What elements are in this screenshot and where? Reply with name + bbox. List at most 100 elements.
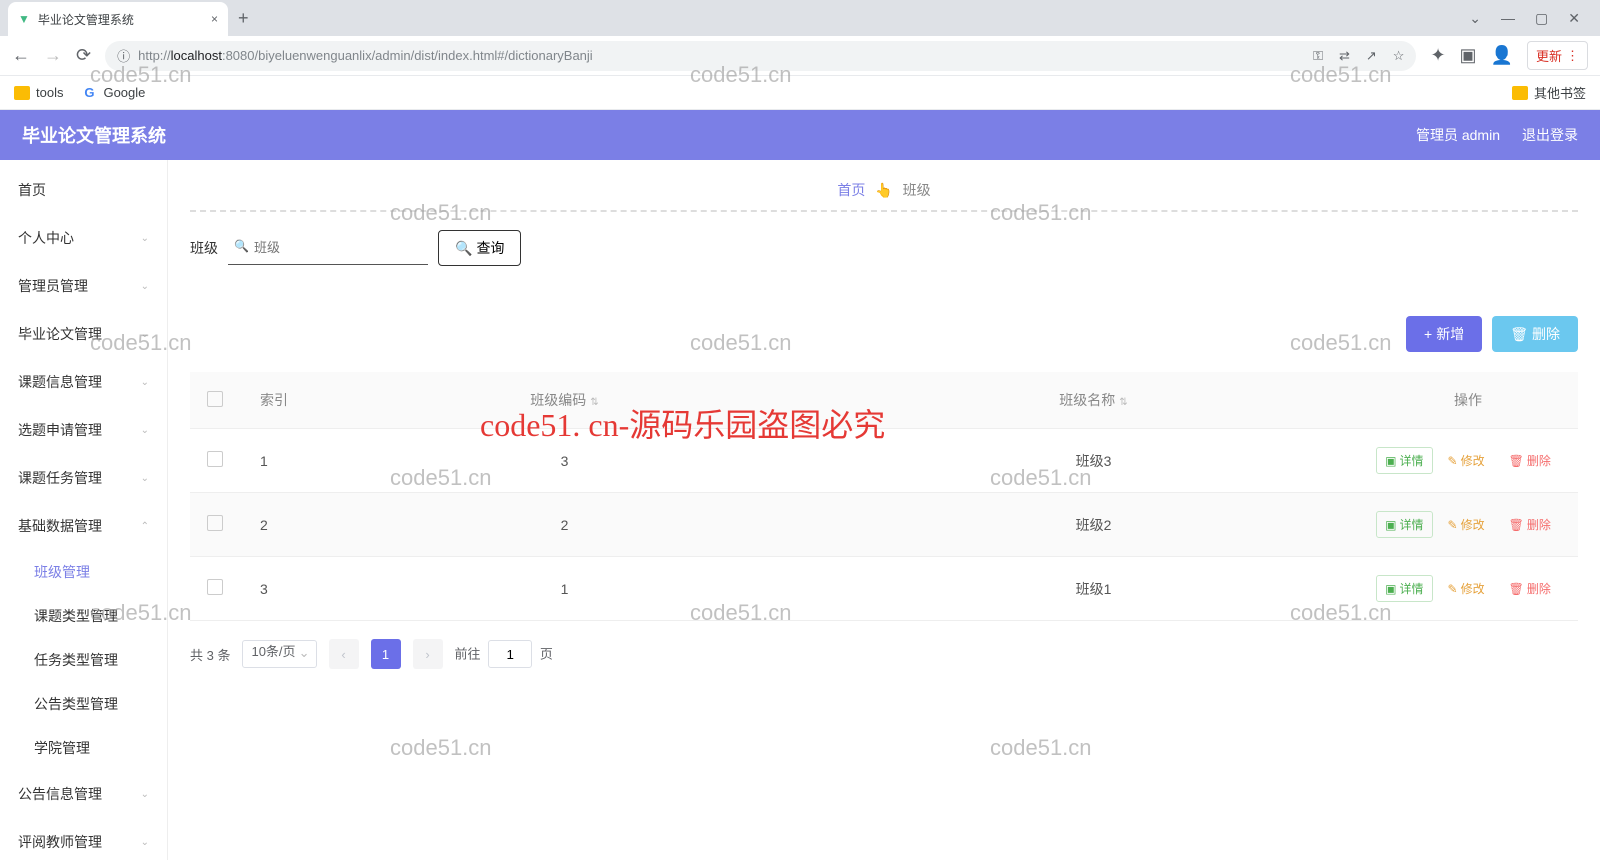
cell-index: 3	[240, 557, 300, 621]
data-table: 索引 班级编码⇅ 班级名称⇅ 操作 13班级3▣详情✎修改🗑删除22班级2▣详情…	[190, 372, 1578, 621]
detail-icon: ▣	[1385, 454, 1396, 468]
update-button[interactable]: 更新 ⋮	[1527, 41, 1588, 70]
forward-button[interactable]: →	[44, 45, 62, 66]
row-checkbox[interactable]	[207, 451, 223, 467]
close-window-icon[interactable]: ✕	[1568, 10, 1580, 27]
key-icon[interactable]: ⚿	[1313, 48, 1323, 64]
total-count: 共 3 条	[190, 645, 230, 664]
reload-button[interactable]: ⟳	[76, 45, 91, 66]
url-host: localhost	[171, 48, 222, 63]
row-delete-button[interactable]: 🗑删除	[1500, 575, 1560, 602]
plus-icon: +	[1424, 326, 1432, 342]
sidebar-item-admin[interactable]: 管理员管理⌄	[0, 262, 167, 310]
sidebar-item-notice[interactable]: 公告信息管理⌄	[0, 770, 167, 818]
edit-icon: ✎	[1448, 454, 1458, 468]
search-input[interactable]	[228, 231, 428, 265]
trash-icon: 🗑	[1510, 326, 1528, 343]
prev-page-button[interactable]: ‹	[329, 639, 359, 669]
sidebar-sub-topic-type[interactable]: 课题类型管理	[0, 594, 167, 638]
sidebar-item-review-teacher[interactable]: 评阅教师管理⌄	[0, 818, 167, 860]
vue-favicon-icon: ▼	[18, 12, 30, 26]
user-label[interactable]: 管理员 admin	[1416, 125, 1500, 145]
sidebar-item-topic-task[interactable]: 课题任务管理⌄	[0, 454, 167, 502]
breadcrumb-current: 班级	[903, 182, 931, 198]
sidebar-item-profile[interactable]: 个人中心⌄	[0, 214, 167, 262]
bookmark-icon[interactable]: ☆	[1393, 48, 1405, 64]
sort-icon: ⇅	[590, 397, 598, 408]
row-checkbox[interactable]	[207, 515, 223, 531]
sidebar-sub-task-type[interactable]: 任务类型管理	[0, 638, 167, 682]
delete-button[interactable]: 🗑 删除	[1492, 316, 1578, 352]
browser-tab[interactable]: ▼ 毕业论文管理系统 ×	[8, 2, 228, 36]
divider	[190, 210, 1578, 212]
detail-icon: ▣	[1385, 582, 1396, 596]
translate-icon[interactable]: ⇄	[1339, 48, 1350, 64]
chevron-down-icon: ⌄	[141, 377, 149, 388]
row-detail-button[interactable]: ▣详情	[1376, 575, 1432, 602]
bookmark-google[interactable]: G Google	[81, 85, 145, 101]
row-detail-button[interactable]: ▣详情	[1376, 447, 1432, 474]
google-icon: G	[81, 85, 97, 101]
row-detail-button[interactable]: ▣详情	[1376, 511, 1432, 538]
cell-name: 班级3	[829, 429, 1358, 493]
sort-icon: ⇅	[1119, 397, 1127, 408]
back-button[interactable]: ←	[12, 45, 30, 66]
close-tab-icon[interactable]: ×	[211, 12, 218, 26]
row-edit-button[interactable]: ✎修改	[1439, 575, 1494, 602]
other-bookmarks[interactable]: 其他书签	[1512, 83, 1586, 102]
row-delete-button[interactable]: 🗑删除	[1500, 447, 1560, 474]
breadcrumb-home[interactable]: 首页	[837, 182, 865, 198]
sidebar-sub-notice-type[interactable]: 公告类型管理	[0, 682, 167, 726]
row-edit-button[interactable]: ✎修改	[1439, 511, 1494, 538]
sidebar-item-home[interactable]: 首页	[0, 166, 167, 214]
page-size-select[interactable]: 10条/页	[242, 640, 316, 668]
chevron-down-icon: ⌄	[141, 281, 149, 292]
next-page-button[interactable]: ›	[413, 639, 443, 669]
sidebar-item-topic-apply[interactable]: 选题申请管理⌄	[0, 406, 167, 454]
add-button[interactable]: + 新增	[1406, 316, 1482, 352]
th-index[interactable]: 索引	[240, 372, 300, 429]
breadcrumb: 首页 👆 班级	[190, 174, 1578, 210]
sidebar-icon[interactable]: ▣	[1460, 45, 1477, 66]
trash-icon: 🗑	[1509, 454, 1524, 468]
row-edit-button[interactable]: ✎修改	[1439, 447, 1494, 474]
page-goto: 前往 页	[455, 640, 553, 668]
chevron-down-icon: ⌄	[141, 233, 149, 244]
site-info-icon[interactable]: ⓘ	[117, 46, 130, 65]
bookmark-tools[interactable]: tools	[14, 85, 63, 101]
sidebar-item-basedata[interactable]: 基础数据管理⌃	[0, 502, 167, 550]
th-name[interactable]: 班级名称⇅	[829, 372, 1358, 429]
new-tab-button[interactable]: +	[228, 8, 259, 29]
query-button[interactable]: 🔍 查询	[438, 230, 521, 266]
edit-icon: ✎	[1448, 582, 1458, 596]
th-code[interactable]: 班级编码⇅	[300, 372, 829, 429]
page-number[interactable]: 1	[371, 639, 401, 669]
cell-name: 班级1	[829, 557, 1358, 621]
share-icon[interactable]: ↗	[1366, 48, 1377, 64]
minimize-icon[interactable]: —	[1501, 10, 1515, 27]
pagination: 共 3 条 10条/页 ‹ 1 › 前往 页	[190, 639, 1578, 669]
url-path: :8080/biyeluenwenguanlix/admin/dist/inde…	[222, 48, 593, 63]
url-prefix: http://	[138, 48, 171, 63]
detail-icon: ▣	[1385, 518, 1396, 532]
cell-code: 3	[300, 429, 829, 493]
sidebar-item-thesis[interactable]: 毕业论文管理⌄	[0, 310, 167, 358]
cell-code: 1	[300, 557, 829, 621]
system-title: 毕业论文管理系统	[22, 122, 166, 148]
select-all-checkbox[interactable]	[207, 391, 223, 407]
sidebar-sub-college[interactable]: 学院管理	[0, 726, 167, 770]
search-icon: 🔍	[234, 239, 249, 253]
row-checkbox[interactable]	[207, 579, 223, 595]
goto-page-input[interactable]	[488, 640, 532, 668]
sidebar-sub-class[interactable]: 班级管理	[0, 550, 167, 594]
sidebar-item-topic-info[interactable]: 课题信息管理⌄	[0, 358, 167, 406]
maximize-icon[interactable]: ▢	[1535, 10, 1548, 27]
url-bar[interactable]: ⓘ http://localhost:8080/biyeluenwenguanl…	[105, 41, 1416, 71]
logout-button[interactable]: 退出登录	[1522, 125, 1578, 145]
table-row: 22班级2▣详情✎修改🗑删除	[190, 493, 1578, 557]
extensions-icon[interactable]: ✦	[1430, 45, 1445, 66]
cell-code: 2	[300, 493, 829, 557]
row-delete-button[interactable]: 🗑删除	[1500, 511, 1560, 538]
chevron-down-icon[interactable]: ⌄	[1469, 10, 1481, 27]
profile-icon[interactable]: 👤	[1491, 45, 1513, 66]
